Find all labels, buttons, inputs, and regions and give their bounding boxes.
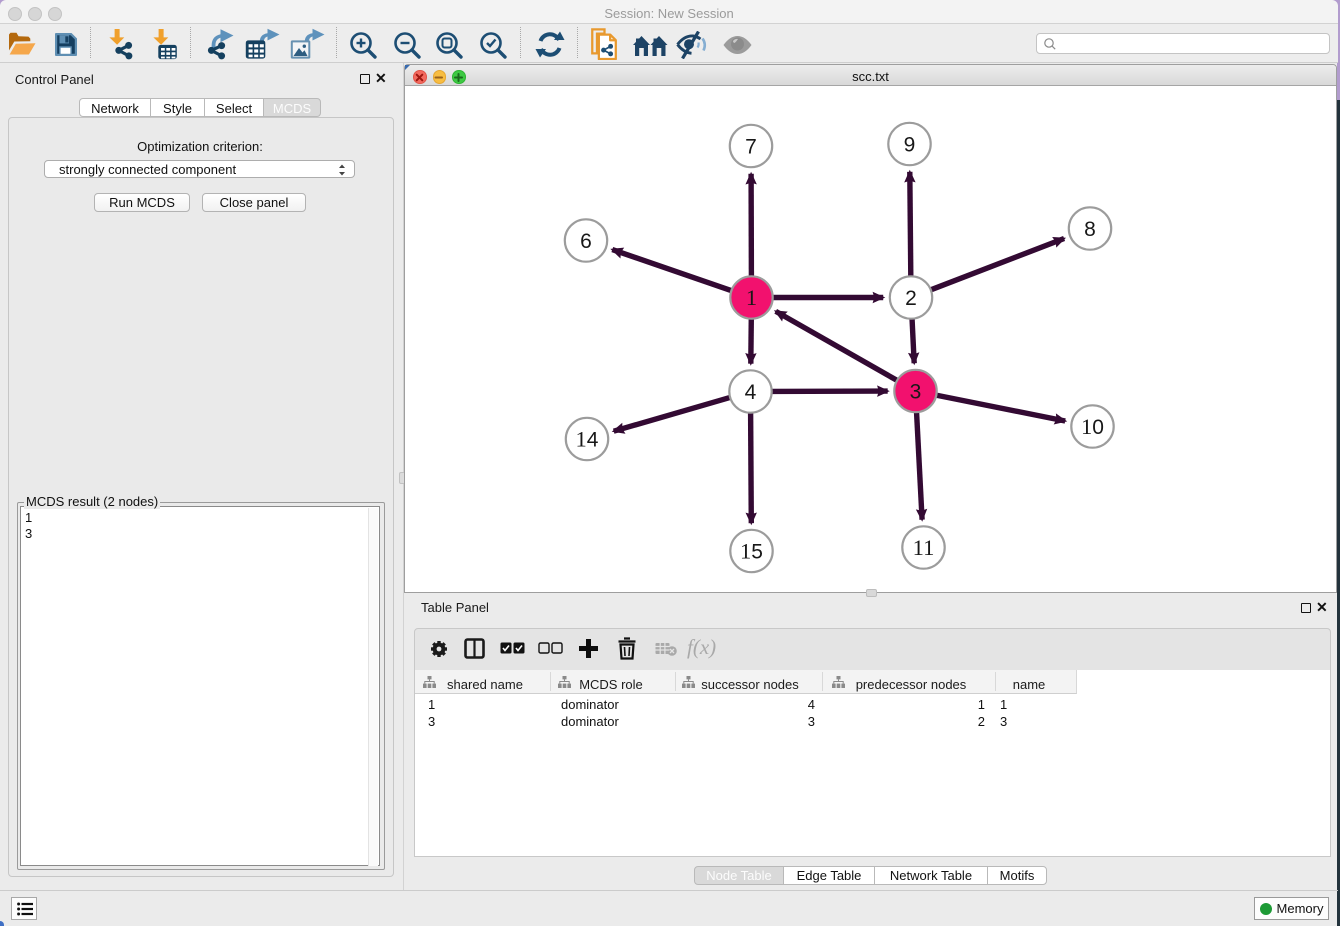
svg-text:11: 11 bbox=[913, 535, 935, 560]
svg-text:4: 4 bbox=[745, 381, 757, 404]
svg-text:8: 8 bbox=[1084, 218, 1096, 241]
svg-text:14: 14 bbox=[576, 427, 599, 452]
svg-text:6: 6 bbox=[580, 230, 592, 253]
svg-text:7: 7 bbox=[745, 136, 757, 159]
svg-text:15: 15 bbox=[740, 539, 763, 564]
svg-text:3: 3 bbox=[910, 381, 922, 404]
svg-text:1: 1 bbox=[746, 285, 757, 310]
svg-text:9: 9 bbox=[904, 134, 916, 157]
svg-text:2: 2 bbox=[905, 287, 917, 310]
svg-text:10: 10 bbox=[1081, 414, 1104, 439]
